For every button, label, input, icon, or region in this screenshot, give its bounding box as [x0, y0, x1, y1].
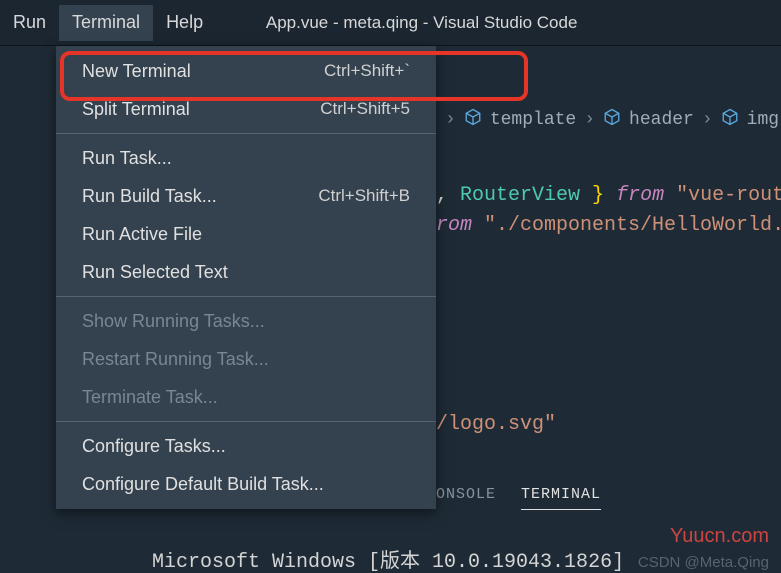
terminal-menu-dropdown: New Terminal Ctrl+Shift+` Split Terminal… — [56, 46, 436, 509]
breadcrumb[interactable]: › template › header › img.l — [445, 108, 781, 132]
menu-run-build-task[interactable]: Run Build Task... Ctrl+Shift+B — [56, 177, 436, 215]
menu-item-label: Configure Default Build Task... — [82, 474, 324, 495]
menu-run-selected-text[interactable]: Run Selected Text — [56, 253, 436, 291]
menu-terminal[interactable]: Terminal — [59, 5, 153, 41]
terminal-output[interactable]: Microsoft Windows [版本 10.0.19043.1826] — [152, 544, 624, 573]
breadcrumb-item[interactable]: header — [629, 110, 694, 130]
menu-item-label: Run Selected Text — [82, 262, 228, 283]
tab-terminal[interactable]: TERMINAL — [521, 486, 601, 510]
menu-item-shortcut: Ctrl+Shift+` — [324, 61, 410, 81]
breadcrumb-item[interactable]: template — [490, 110, 576, 130]
code-line[interactable]: , RouterView } from "vue-rout — [436, 184, 781, 207]
menu-item-label: Terminate Task... — [82, 387, 218, 408]
menu-item-label: Restart Running Task... — [82, 349, 269, 370]
menu-run[interactable]: Run — [0, 5, 59, 41]
menu-configure-tasks[interactable]: Configure Tasks... — [56, 427, 436, 465]
menu-item-label: Run Task... — [82, 148, 172, 169]
tab-console[interactable]: ONSOLE — [436, 486, 496, 510]
menu-item-shortcut: Ctrl+Shift+5 — [320, 99, 410, 119]
cube-icon — [464, 108, 482, 132]
watermark-csdn: CSDN @Meta.Qing — [638, 554, 769, 571]
menu-separator — [56, 133, 436, 134]
menu-item-label: Split Terminal — [82, 99, 190, 120]
menu-item-label: Run Build Task... — [82, 186, 217, 207]
menu-separator — [56, 296, 436, 297]
menu-split-terminal[interactable]: Split Terminal Ctrl+Shift+5 — [56, 90, 436, 128]
menu-terminate-task: Terminate Task... — [56, 378, 436, 416]
menu-restart-running-task: Restart Running Task... — [56, 340, 436, 378]
menu-run-task[interactable]: Run Task... — [56, 139, 436, 177]
menu-new-terminal[interactable]: New Terminal Ctrl+Shift+` — [56, 52, 436, 90]
cube-icon — [603, 108, 621, 132]
menu-item-label: Show Running Tasks... — [82, 311, 265, 332]
menu-item-label: Configure Tasks... — [82, 436, 226, 457]
cube-icon — [721, 108, 739, 132]
menu-item-label: Run Active File — [82, 224, 202, 245]
chevron-right-icon: › — [445, 110, 456, 130]
watermark-yuucn: Yuucn.com — [670, 525, 769, 548]
chevron-right-icon: › — [584, 110, 595, 130]
breadcrumb-item[interactable]: img.l — [747, 110, 781, 130]
menu-item-shortcut: Ctrl+Shift+B — [318, 186, 410, 206]
menu-bar: Run Terminal Help App.vue - meta.qing - … — [0, 0, 781, 46]
panel-tabs: ONSOLE TERMINAL — [436, 486, 601, 510]
menu-items: Run Terminal Help — [0, 0, 216, 45]
menu-help[interactable]: Help — [153, 5, 216, 41]
menu-configure-default-build-task[interactable]: Configure Default Build Task... — [56, 465, 436, 503]
code-line[interactable]: rom "./components/HelloWorld. — [436, 214, 781, 237]
menu-item-label: New Terminal — [82, 61, 191, 82]
code-line[interactable]: /logo.svg" — [436, 413, 556, 436]
menu-separator — [56, 421, 436, 422]
menu-show-running-tasks: Show Running Tasks... — [56, 302, 436, 340]
chevron-right-icon: › — [702, 110, 713, 130]
window-title: App.vue - meta.qing - Visual Studio Code — [266, 13, 578, 33]
menu-run-active-file[interactable]: Run Active File — [56, 215, 436, 253]
